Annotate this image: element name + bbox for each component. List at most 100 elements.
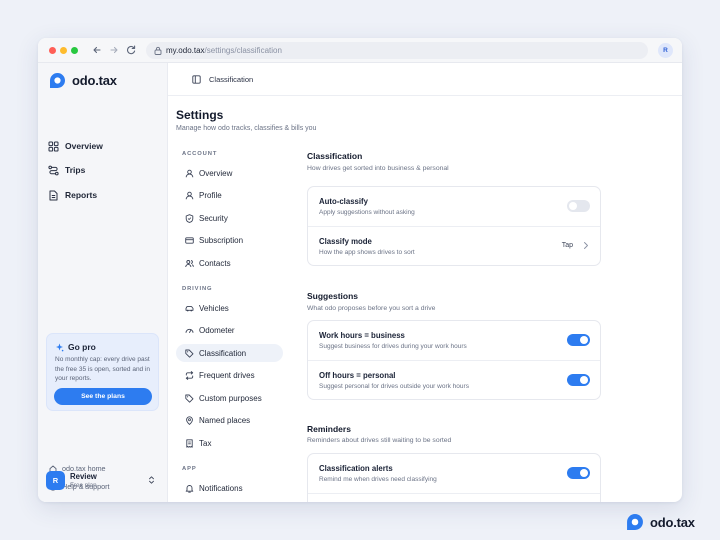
chevron-right-icon [584,242,588,249]
odo-logo-icon [627,514,643,530]
classification-alerts-row: Classification alerts Remind me when dri… [308,454,600,493]
sidebar-item-label: Trips [65,165,86,175]
settings-nav-label: Contacts [199,258,231,268]
settings-nav-odometer[interactable]: Odometer [176,321,283,339]
minimize-window-button[interactable] [60,47,67,54]
off-hours-row: Off hours = personal Suggest personal fo… [308,360,600,399]
go-pro-title-text: Go pro [68,342,96,352]
setting-description: Suggest personal for drives outside your… [319,383,469,390]
repeat-icon [185,370,194,380]
auto-classify-toggle[interactable] [567,200,590,212]
settings-nav-overview[interactable]: Overview [176,164,283,182]
setting-description: Remind me when drives need classifying [319,476,437,483]
sidebar-item-overview[interactable]: Overview [48,137,103,155]
sidebar-item-reports[interactable]: Reports [48,186,97,204]
forward-arrow-icon[interactable] [107,43,121,57]
settings-nav-label: Overview [199,168,233,178]
brand-logo[interactable]: odo.tax [49,71,117,89]
settings-nav-named-places[interactable]: Named places [176,411,283,429]
settings-nav-label: Subscription [199,235,244,245]
page-title: Settings [176,108,224,122]
reminders-section-subtitle: Reminders about drives still waiting to … [307,437,452,444]
suggestions-card: Work hours = business Suggest business f… [307,320,601,400]
page-header: Classification [168,63,682,96]
settings-nav-label: Frequent drives [199,370,255,380]
toggle-knob [580,469,588,477]
shield-icon [185,213,194,223]
lock-icon [154,46,162,55]
setting-description: Apply suggestions without asking [319,209,415,216]
maximize-window-button[interactable] [71,47,78,54]
settings-nav-label: Vehicles [199,303,229,313]
setting-description: Suggest business for drives during your … [319,343,467,350]
classify-mode-row[interactable]: Classify mode How the app shows drives t… [308,226,600,265]
setting-label: Work hours = business [319,331,405,340]
reminders-next-row [308,493,600,502]
brand-name: odo.tax [72,72,117,88]
reminders-card: Classification alerts Remind me when dri… [307,453,601,502]
off-hours-toggle[interactable] [567,374,590,386]
see-plans-button[interactable]: See the plans [54,388,152,405]
settings-nav-label: Tax [199,438,212,448]
car-icon [185,305,194,311]
settings-nav-custom-purposes[interactable]: Custom purposes [176,389,283,407]
settings-nav-frequent-drives[interactable]: Frequent drives [176,366,283,384]
toggle-knob [580,336,588,344]
user-icon [185,169,194,177]
classification-section-title: Classification [307,151,363,161]
settings-nav-subscription[interactable]: Subscription [176,231,283,249]
url-path: /settings/classification [204,46,282,55]
setting-label: Auto-classify [319,197,368,206]
users-icon [185,259,194,267]
tag-icon [185,394,194,403]
tags-icon [185,349,194,358]
settings-nav-classification[interactable]: Classification [176,344,283,362]
settings-nav-tax[interactable]: Tax [176,434,283,452]
document-icon [49,190,58,200]
settings-section-app: APP [182,466,197,472]
classify-mode-value: Tap [561,242,573,249]
go-pro-title: Go pro [55,342,96,352]
gauge-icon [185,328,194,333]
settings-nav-label: Profile [199,190,222,200]
classification-card: Auto-classify Apply suggestions without … [307,186,601,266]
settings-nav-security[interactable]: Security [176,209,283,227]
setting-description: How the app shows drives to sort [319,249,415,256]
reminders-section-title: Reminders [307,424,351,434]
receipt-icon [186,438,193,448]
sidebar-item-label: Reports [65,190,98,200]
settings-nav-label: Notifications [199,483,243,493]
settings-nav-profile[interactable]: Profile [176,186,283,204]
setting-label: Classification alerts [319,464,393,473]
footer-brand-name: odo.tax [650,514,695,530]
footer-brand-logo: odo.tax [626,513,695,531]
browser-profile-avatar[interactable]: R [658,43,673,58]
classification-section-subtitle: How drives get sorted into business & pe… [307,165,449,172]
browser-toolbar: my.odo.tax/settings/classification R [38,38,682,63]
settings-nav-label: Named places [199,415,251,425]
settings-nav-notifications[interactable]: Notifications [176,479,283,497]
work-hours-toggle[interactable] [567,334,590,346]
sidebar-item-label: Overview [65,141,103,151]
account-switcher[interactable]: R Review Free plan [46,471,159,495]
sidebar-item-trips[interactable]: Trips [48,161,85,179]
address-bar[interactable]: my.odo.tax/settings/classification [146,42,648,59]
page-subtitle: Manage how odo tracks, classifies & bill… [176,125,317,132]
setting-label: Classify mode [319,237,372,246]
toggle-knob [569,202,577,210]
breadcrumb-current: Classification [209,75,254,84]
app-window: my.odo.tax/settings/classification R odo… [38,38,682,502]
chevron-up-down-icon [149,476,154,484]
panel-icon[interactable] [192,75,201,84]
settings-nav-vehicles[interactable]: Vehicles [176,299,283,317]
go-pro-description: No monthly cap: every drive past the fre… [55,356,151,382]
close-window-button[interactable] [49,47,56,54]
reload-icon[interactable] [124,43,138,57]
settings-section-driving: DRIVING [182,286,213,292]
settings-nav-label: Classification [199,348,247,358]
suggestions-section-title: Suggestions [307,291,359,301]
settings-nav-contacts[interactable]: Contacts [176,254,283,272]
classification-alerts-toggle[interactable] [567,467,590,479]
back-arrow-icon[interactable] [90,43,104,57]
grid-icon [48,141,59,151]
